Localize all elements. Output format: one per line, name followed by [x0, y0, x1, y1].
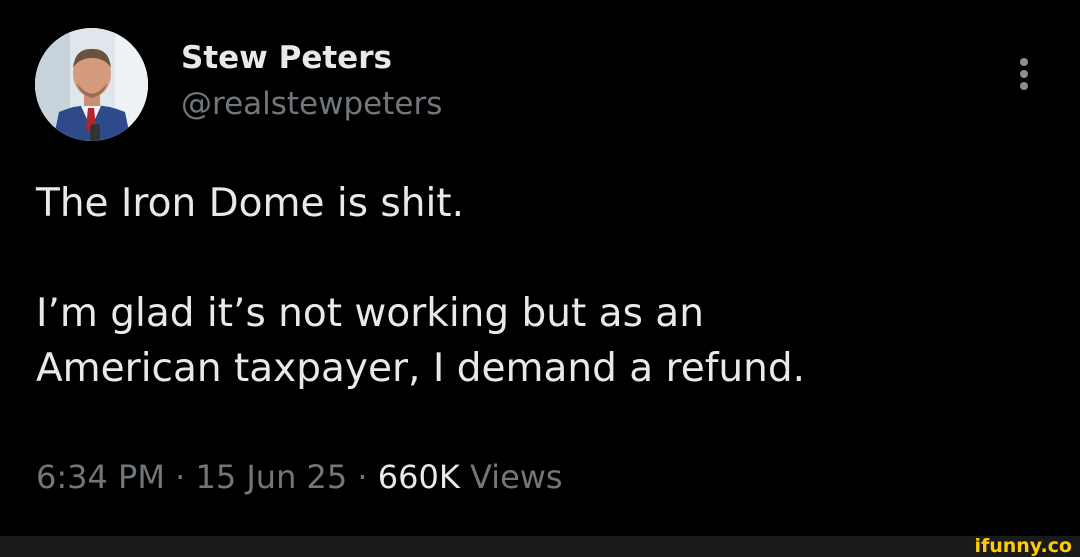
profile-photo-icon — [35, 28, 148, 141]
tweet-time[interactable]: 6:34 PM — [36, 458, 165, 496]
author-handle[interactable]: @realstewpeters — [181, 86, 442, 122]
views-count[interactable]: 660K — [378, 458, 460, 496]
views-label: Views — [459, 458, 563, 496]
more-options-icon[interactable] — [1012, 56, 1036, 92]
avatar[interactable] — [35, 28, 148, 141]
meta-separator: · — [164, 458, 196, 496]
meta-separator: · — [347, 458, 378, 496]
tweet-date[interactable]: 15 Jun 25 — [195, 458, 347, 496]
tweet-card: Stew Peters @realstewpeters The Iron Dom… — [0, 0, 1080, 536]
tweet-text: The Iron Dome is shit. I’m glad it’s not… — [36, 176, 1046, 396]
tweet-text-line: American taxpayer, I demand a refund. — [36, 346, 806, 391]
tweet-text-line: The Iron Dome is shit. — [36, 181, 464, 226]
author-name[interactable]: Stew Peters — [181, 40, 392, 76]
watermark-logo: ifunny.co — [974, 535, 1072, 557]
footer-bar — [0, 536, 1080, 557]
tweet-meta: 6:34 PM · 15 Jun 25 · 660K Views — [36, 455, 563, 499]
tweet-text-line: I’m glad it’s not working but as an — [36, 291, 704, 336]
